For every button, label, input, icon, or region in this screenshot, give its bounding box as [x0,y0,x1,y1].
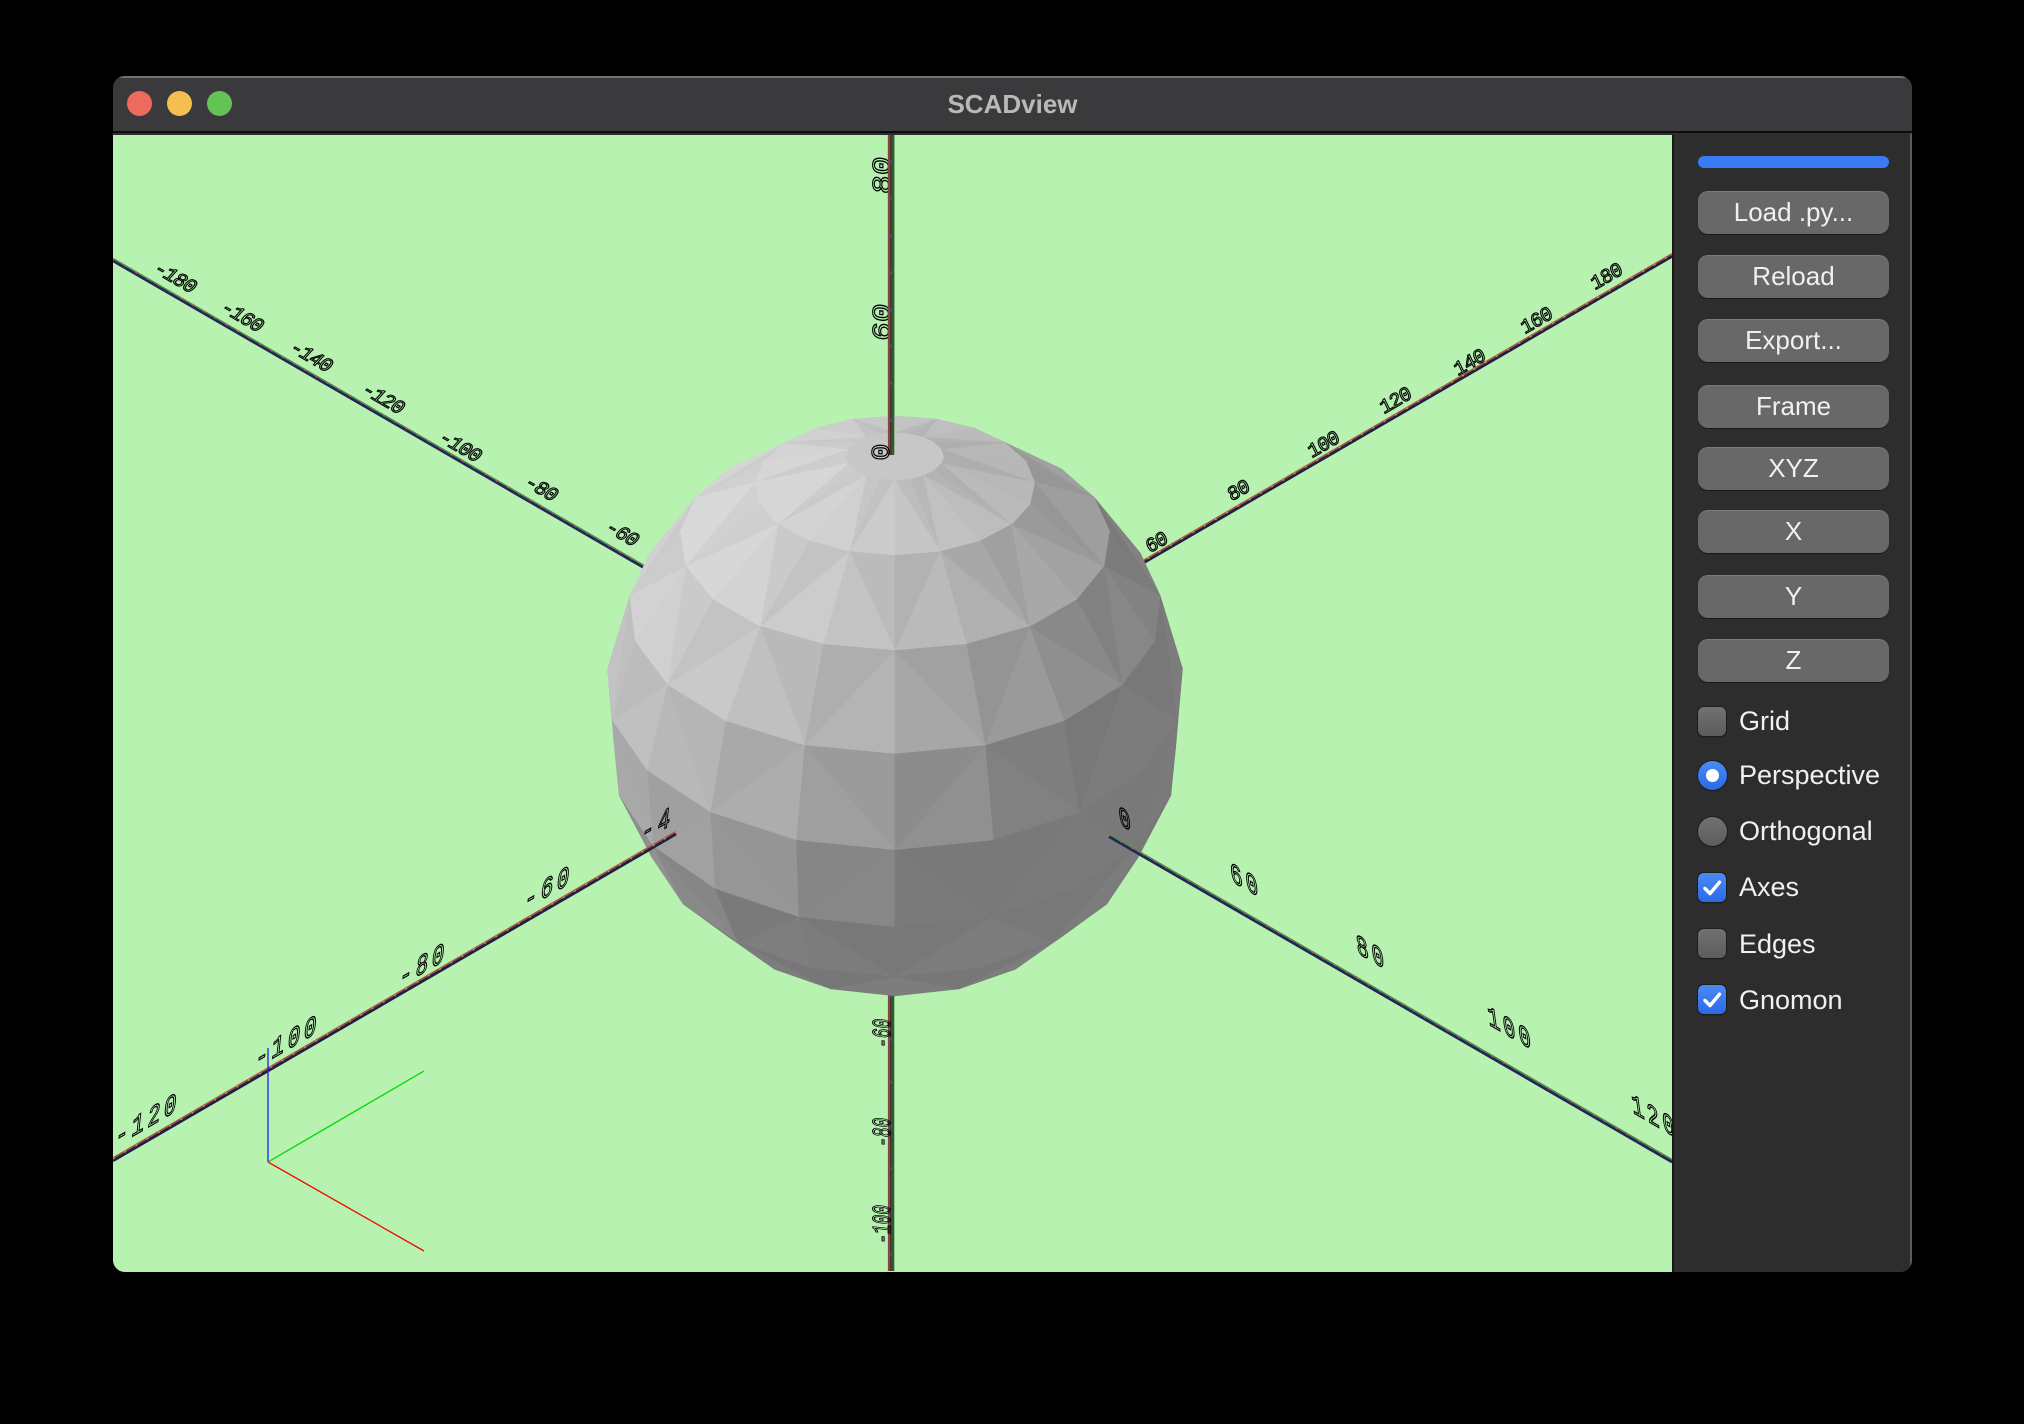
svg-text:-120: -120 [114,1086,182,1156]
svg-text:-100: -100 [868,1203,898,1245]
svg-text:160: 160 [1518,303,1557,340]
svg-text:0: 0 [868,443,897,460]
svg-text:180: 180 [1588,259,1627,296]
svg-text:-180: -180 [147,259,201,298]
svg-text:80: 80 [1354,930,1389,981]
svg-text:120: 120 [1377,383,1416,420]
svg-text:100: 100 [1486,1001,1537,1061]
svg-text:-160: -160 [214,298,268,337]
svg-text:-140: -140 [283,338,337,377]
svg-text:-80: -80 [868,1116,898,1148]
svg-text:100: 100 [1305,427,1344,464]
svg-text:-60: -60 [523,859,575,920]
svg-text:140: 140 [1451,345,1490,382]
svg-text:-80: -80 [518,473,562,507]
svg-text:-60: -60 [868,1017,898,1049]
svg-text:60: 60 [1142,528,1171,560]
svg-text:60: 60 [1228,858,1263,909]
